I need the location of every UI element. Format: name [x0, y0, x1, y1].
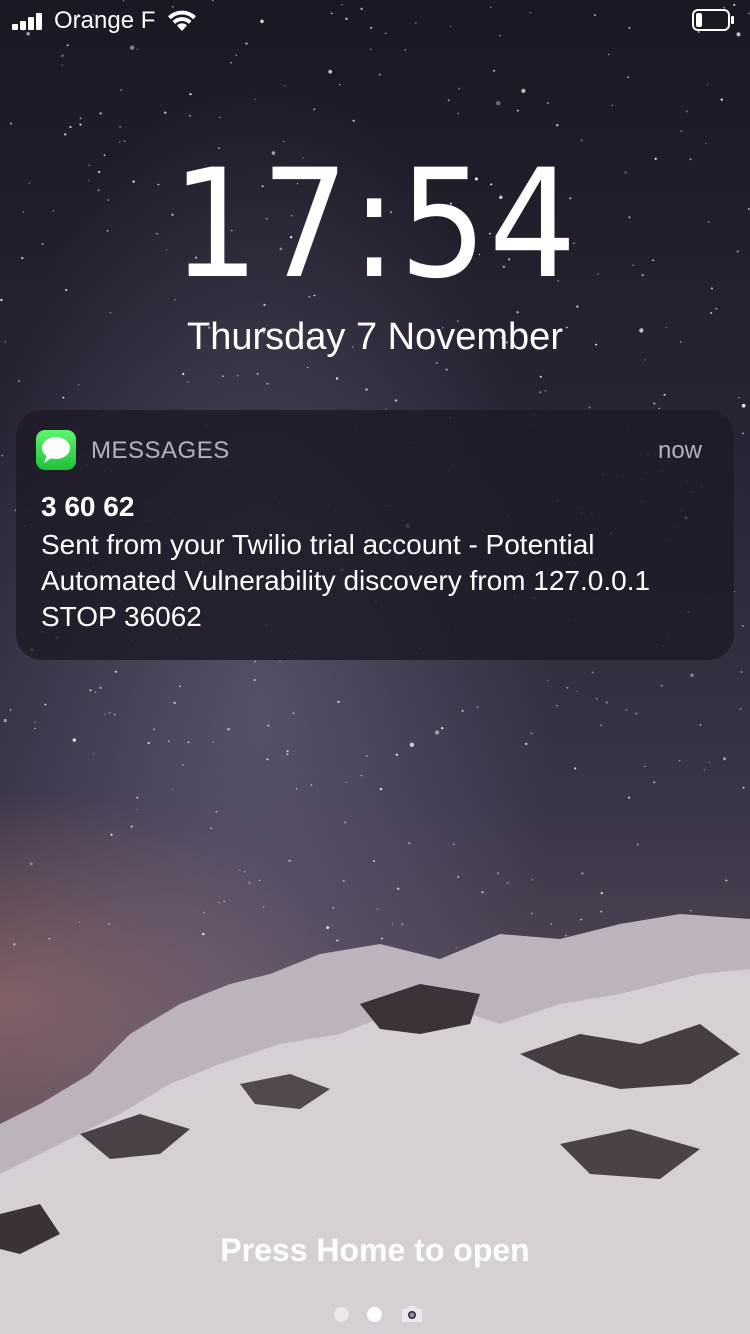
carrier-name: Orange F: [54, 7, 156, 34]
notification-time: now: [657, 437, 702, 464]
notification-sender: 3 60 62: [41, 491, 135, 522]
press-home-hint: Press Home to open: [220, 1232, 530, 1268]
lock-screen-clock: 17:54: [171, 138, 579, 312]
notification-app-name: MESSAGES: [91, 437, 230, 464]
page-indicator[interactable]: [330, 1304, 430, 1324]
lock-screen-date: Thursday 7 November: [187, 316, 563, 358]
status-bar: Orange F: [0, 0, 750, 40]
page-dot-2-active[interactable]: [367, 1307, 382, 1322]
mountain-silhouette: [0, 914, 750, 1334]
wifi-icon: [168, 10, 196, 31]
battery-icon: [692, 9, 734, 31]
notification-message: Sent from your Twilio trial account - Po…: [41, 529, 651, 632]
message-notification[interactable]: MESSAGES now 3 60 62 Sent from your Twil…: [16, 410, 734, 660]
page-dot-1[interactable]: [334, 1307, 349, 1322]
signal-strength-icon: [12, 12, 44, 30]
camera-icon[interactable]: [400, 1304, 424, 1324]
messages-app-icon: [36, 430, 76, 470]
